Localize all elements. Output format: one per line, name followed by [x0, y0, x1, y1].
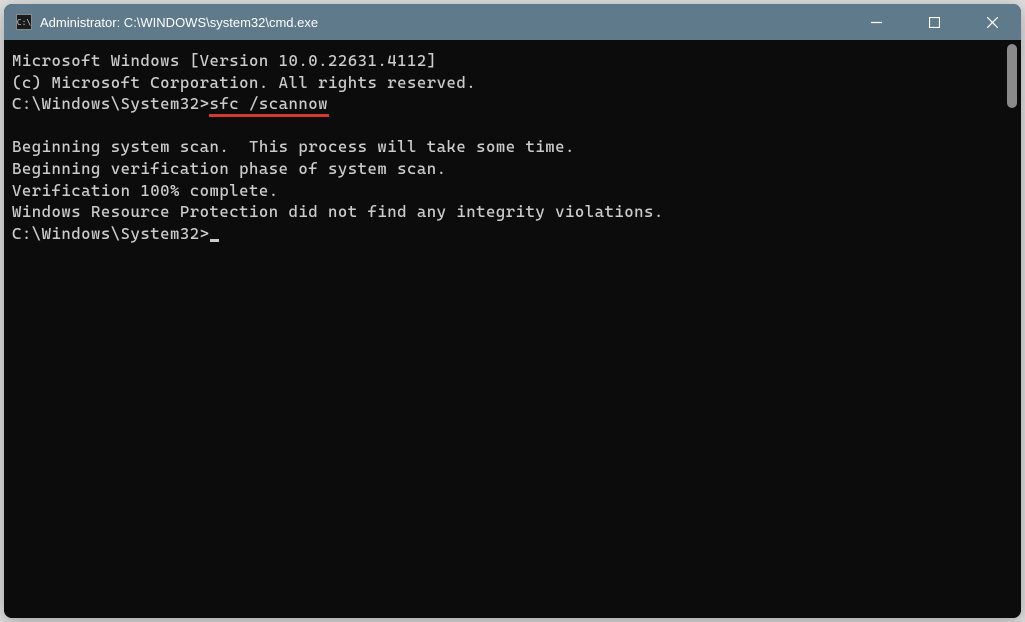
vertical-scrollbar[interactable] — [1005, 44, 1019, 614]
output-line: Windows Resource Protection did not find… — [12, 201, 997, 223]
close-button[interactable] — [963, 4, 1021, 40]
prompt-text: C:\Windows\System32> — [12, 94, 210, 113]
titlebar[interactable]: C:\ Administrator: C:\WINDOWS\system32\c… — [4, 4, 1021, 40]
output-line: Beginning verification phase of system s… — [12, 158, 997, 180]
window-title: Administrator: C:\WINDOWS\system32\cmd.e… — [40, 15, 847, 30]
cursor — [210, 239, 219, 242]
command-text: sfc /scannow — [210, 94, 329, 113]
minimize-button[interactable] — [847, 4, 905, 40]
cmd-icon-label: C:\ — [17, 18, 31, 27]
prompt-line: C:\Windows\System32>sfc /scannow — [12, 93, 997, 115]
prompt-text: C:\Windows\System32> — [12, 224, 210, 243]
output-line: Beginning system scan. This process will… — [12, 136, 997, 158]
red-underline-annotation — [209, 114, 329, 117]
maximize-icon — [929, 17, 940, 28]
prompt-line: C:\Windows\System32> — [12, 223, 997, 245]
output-line: (c) Microsoft Corporation. All rights re… — [12, 72, 997, 94]
scrollbar-thumb[interactable] — [1007, 44, 1017, 108]
output-line: Verification 100% complete. — [12, 180, 997, 202]
terminal-output[interactable]: Microsoft Windows [Version 10.0.22631.41… — [4, 40, 1005, 618]
maximize-button[interactable] — [905, 4, 963, 40]
terminal-wrapper: Microsoft Windows [Version 10.0.22631.41… — [4, 40, 1021, 618]
cmd-icon: C:\ — [16, 14, 32, 30]
minimize-icon — [871, 17, 882, 28]
window-controls — [847, 4, 1021, 40]
output-line: Microsoft Windows [Version 10.0.22631.41… — [12, 50, 997, 72]
cmd-window: C:\ Administrator: C:\WINDOWS\system32\c… — [4, 4, 1021, 618]
close-icon — [987, 17, 998, 28]
